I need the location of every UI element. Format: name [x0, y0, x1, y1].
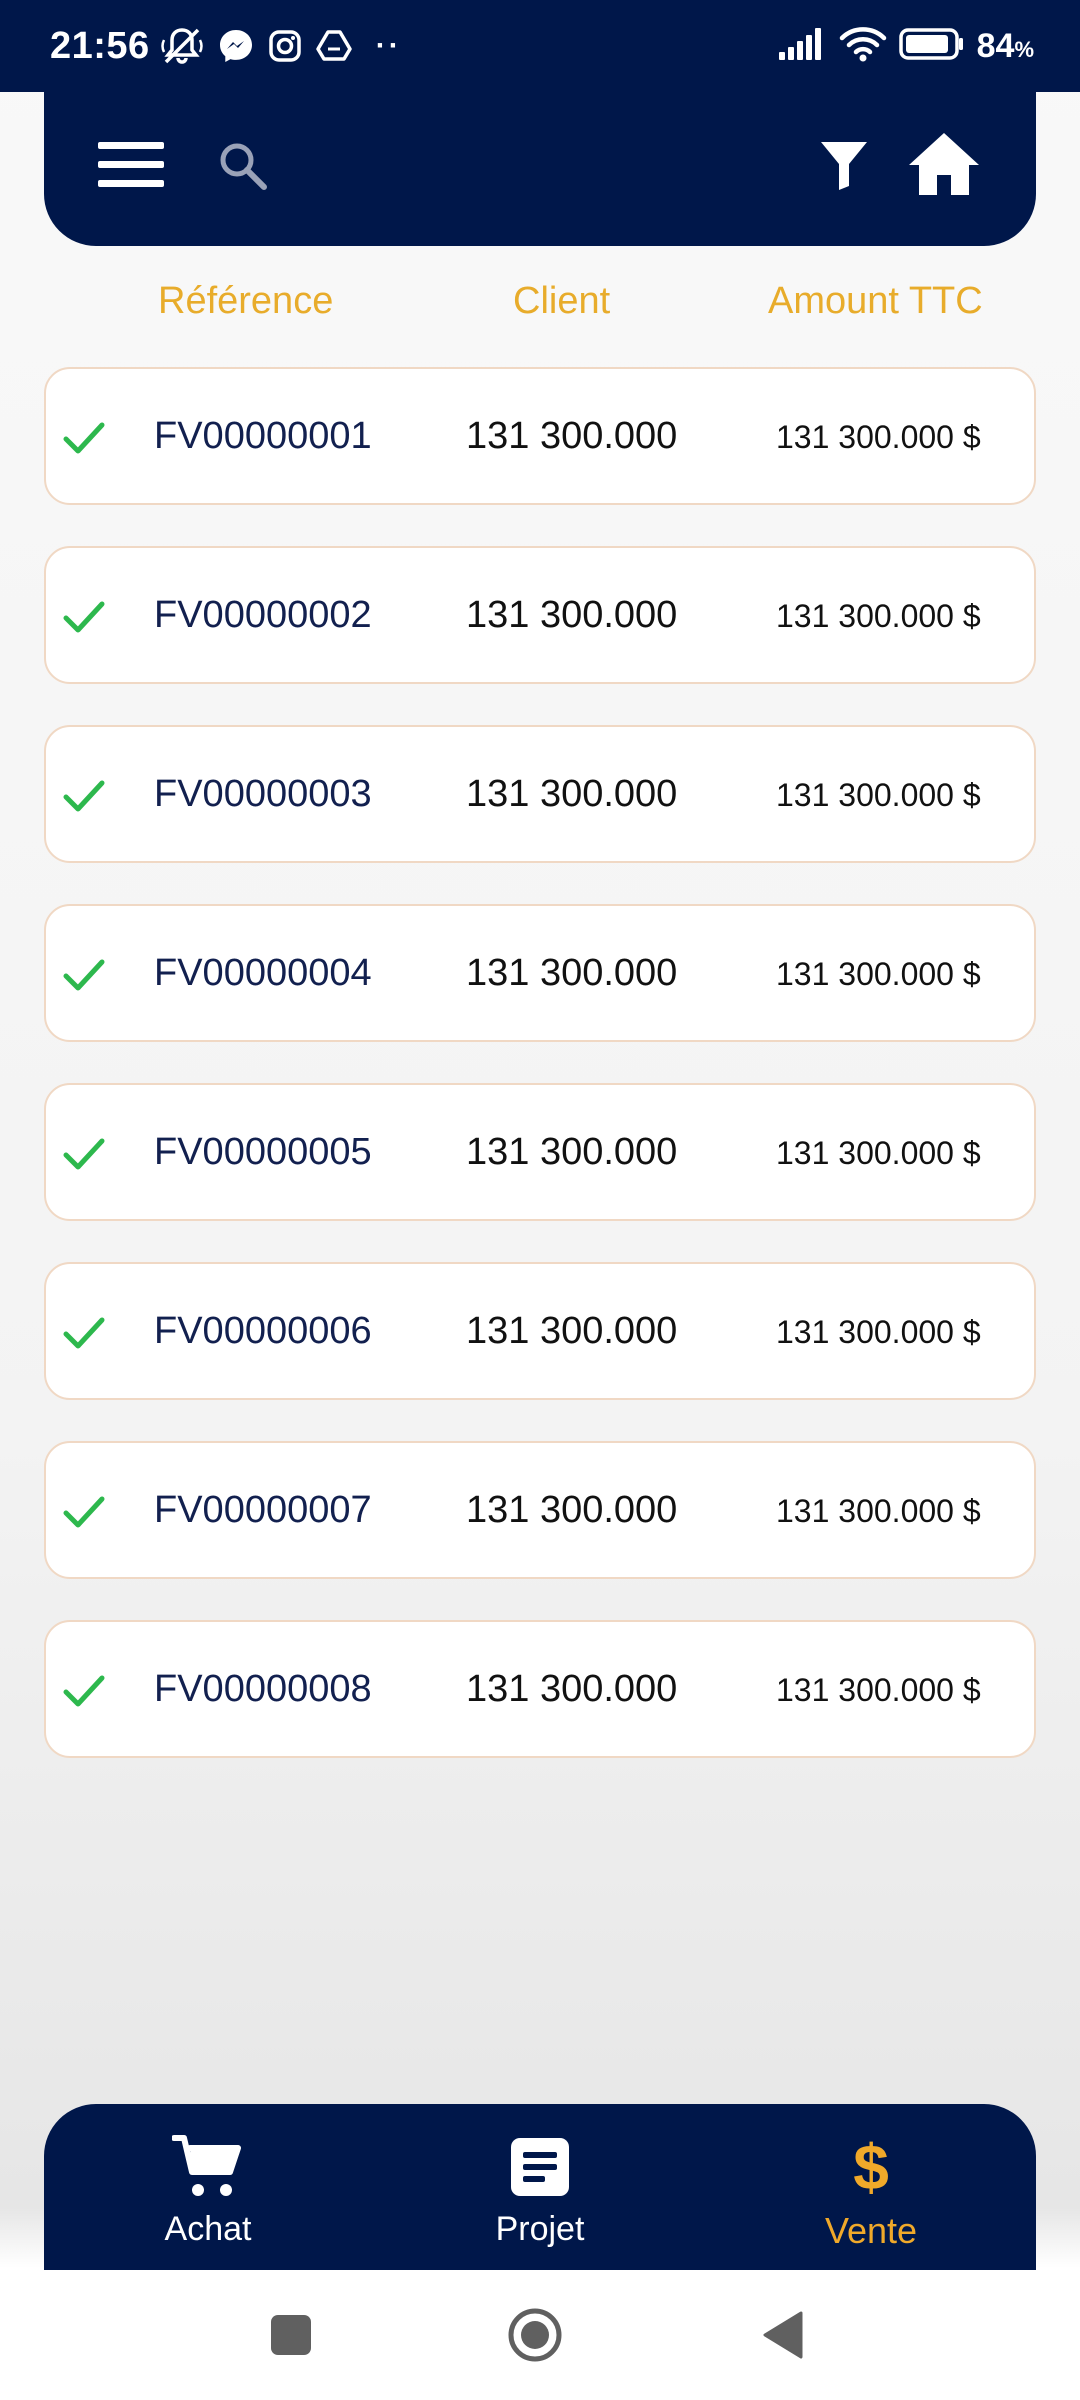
table-row[interactable]: FV00000003 131 300.000 131 300.000 $: [44, 725, 1036, 863]
row-reference: FV00000005: [154, 1131, 372, 1173]
row-client: 131 300.000: [466, 1310, 678, 1352]
column-header-amount: Amount TTC: [768, 280, 983, 322]
nav-achat-label: Achat: [164, 2210, 252, 2248]
row-client: 131 300.000: [466, 415, 678, 457]
document-icon: [511, 2138, 569, 2196]
column-header-reference: Référence: [158, 280, 334, 322]
row-amount: 131 300.000 $: [776, 419, 981, 455]
row-client: 131 300.000: [466, 594, 678, 636]
row-client: 131 300.000: [466, 952, 678, 994]
row-amount: 131 300.000 $: [776, 777, 981, 813]
drive-icon: [315, 29, 352, 63]
menu-icon: [98, 142, 164, 187]
row-reference: FV00000004: [154, 952, 372, 994]
nav-vente[interactable]: $ Vente: [771, 2104, 971, 2270]
nav-vente-label: Vente: [824, 2210, 918, 2251]
row-client: 131 300.000: [466, 1489, 678, 1531]
row-amount: 131 300.000 $: [776, 1135, 981, 1171]
check-icon: [63, 1496, 105, 1528]
bottom-nav: Achat Projet $ Vente: [44, 2104, 1036, 2270]
check-icon: [63, 780, 105, 812]
circle-home-icon: [508, 2308, 562, 2362]
system-home-button[interactable]: [500, 2300, 570, 2370]
check-icon: [63, 1675, 105, 1707]
table-row[interactable]: FV00000008 131 300.000 131 300.000 $: [44, 1620, 1036, 1758]
row-client: 131 300.000: [466, 773, 678, 815]
app-header: [44, 88, 1036, 246]
recents-button[interactable]: [256, 2300, 326, 2370]
table-row[interactable]: FV00000002 131 300.000 131 300.000 $: [44, 546, 1036, 684]
wifi-icon: [839, 25, 887, 68]
home-button[interactable]: [906, 126, 982, 202]
row-reference: FV00000007: [154, 1489, 372, 1531]
check-icon: [63, 601, 105, 633]
table-row[interactable]: FV00000004 131 300.000 131 300.000 $: [44, 904, 1036, 1042]
row-reference: FV00000006: [154, 1310, 372, 1352]
row-client: 131 300.000: [466, 1668, 678, 1710]
row-amount: 131 300.000 $: [776, 1314, 981, 1350]
nav-projet-label: Projet: [495, 2210, 585, 2248]
table-row[interactable]: FV00000005 131 300.000 131 300.000 $: [44, 1083, 1036, 1221]
check-icon: [63, 1138, 105, 1170]
row-reference: FV00000002: [154, 594, 372, 636]
overflow-dots: ··: [375, 29, 402, 62]
row-client: 131 300.000: [466, 1131, 678, 1173]
nav-projet[interactable]: Projet: [440, 2104, 640, 2270]
row-amount: 131 300.000 $: [776, 598, 981, 634]
home-icon: [909, 133, 979, 195]
signal-icon: [777, 26, 827, 67]
back-button[interactable]: [748, 2300, 818, 2370]
table-row[interactable]: FV00000006 131 300.000 131 300.000 $: [44, 1262, 1036, 1400]
dollar-icon: $: [853, 2131, 889, 2203]
filter-button[interactable]: [814, 132, 874, 198]
row-amount: 131 300.000 $: [776, 1672, 981, 1708]
check-icon: [63, 422, 105, 454]
system-nav-bar: [0, 2270, 1080, 2400]
column-header-client: Client: [513, 280, 611, 322]
menu-button[interactable]: [96, 130, 166, 200]
column-headers: Référence Client Amount TTC: [0, 280, 1080, 340]
check-icon: [63, 959, 105, 991]
status-time: 21:56: [50, 24, 150, 67]
table-row[interactable]: FV00000007 131 300.000 131 300.000 $: [44, 1441, 1036, 1579]
search-button[interactable]: [212, 130, 272, 200]
recents-icon: [271, 2315, 311, 2355]
nav-achat[interactable]: Achat: [108, 2104, 308, 2270]
table-row[interactable]: FV00000001 131 300.000 131 300.000 $: [44, 367, 1036, 505]
battery-percent-value: 84: [976, 26, 1015, 65]
battery-percent-unit: %: [1014, 36, 1034, 62]
back-triangle-icon: [763, 2311, 803, 2359]
row-reference: FV00000008: [154, 1668, 372, 1710]
battery-percent: 84%: [977, 27, 1034, 66]
search-icon: [220, 143, 267, 190]
instagram-icon: [268, 29, 302, 63]
battery-icon: [898, 26, 965, 67]
row-amount: 131 300.000 $: [776, 1493, 981, 1529]
status-bar: 21:56 ·· 84%: [0, 0, 1080, 92]
filter-icon: [821, 142, 867, 190]
check-icon: [63, 1317, 105, 1349]
mute-icon: [160, 26, 204, 66]
messenger-icon: [218, 28, 254, 64]
row-reference: FV00000001: [154, 415, 372, 457]
row-amount: 131 300.000 $: [776, 956, 981, 992]
cart-icon: [172, 2135, 241, 2196]
row-reference: FV00000003: [154, 773, 372, 815]
